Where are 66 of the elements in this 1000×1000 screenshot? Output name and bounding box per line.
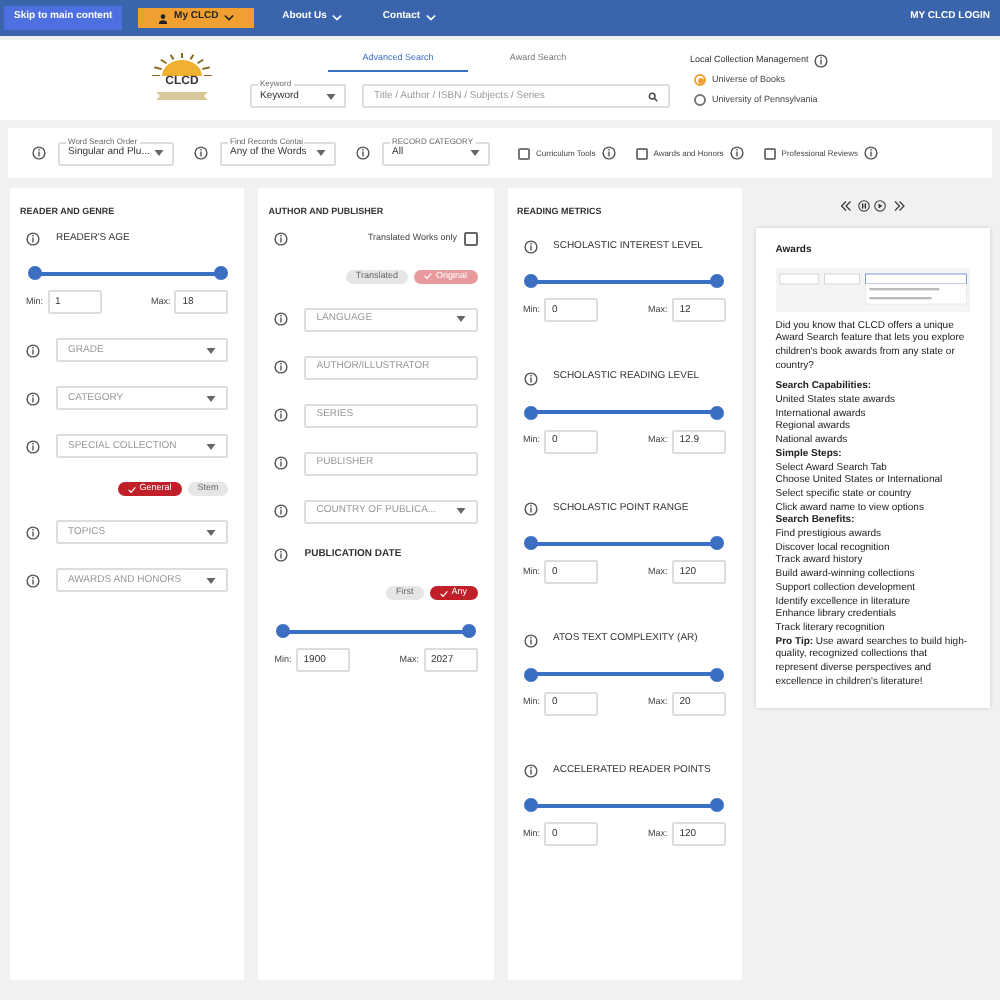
caret-icon bbox=[206, 347, 217, 354]
info-icon[interactable] bbox=[601, 146, 616, 160]
caret-icon bbox=[455, 508, 465, 515]
info-icon[interactable] bbox=[274, 312, 289, 327]
chevron-down-icon bbox=[426, 14, 437, 22]
caret-icon bbox=[455, 316, 465, 323]
slider-thumb[interactable] bbox=[710, 798, 725, 813]
slider-thumb[interactable] bbox=[27, 266, 41, 281]
slider-thumb[interactable] bbox=[710, 274, 725, 289]
slider-thumb[interactable] bbox=[524, 405, 538, 420]
info-icon[interactable] bbox=[523, 240, 537, 254]
caret-icon bbox=[470, 150, 480, 156]
slider-thumb[interactable] bbox=[524, 667, 538, 682]
info-icon[interactable] bbox=[26, 525, 40, 540]
caret-icon bbox=[206, 529, 217, 536]
info-icon[interactable] bbox=[356, 146, 370, 160]
caret-icon bbox=[206, 577, 217, 584]
chevron-down-icon bbox=[332, 14, 343, 22]
person-icon bbox=[158, 13, 169, 23]
info-icon[interactable] bbox=[274, 504, 289, 519]
next-icon[interactable] bbox=[890, 200, 907, 212]
info-icon[interactable] bbox=[26, 391, 40, 406]
info-icon[interactable] bbox=[274, 456, 289, 471]
slider-thumb[interactable] bbox=[213, 266, 228, 281]
caret-icon bbox=[206, 395, 217, 402]
checkbox[interactable] bbox=[635, 147, 648, 159]
checkbox[interactable] bbox=[463, 231, 477, 246]
previous-icon[interactable] bbox=[838, 200, 855, 212]
search-icon[interactable] bbox=[648, 91, 658, 102]
info-icon[interactable] bbox=[26, 232, 40, 246]
caret-icon bbox=[206, 443, 217, 450]
caret-icon bbox=[316, 150, 326, 156]
info-icon[interactable] bbox=[523, 371, 537, 385]
check-icon bbox=[423, 272, 432, 281]
info-icon[interactable] bbox=[194, 146, 208, 160]
checkbox[interactable] bbox=[518, 147, 530, 159]
info-icon[interactable] bbox=[523, 502, 537, 516]
info-icon[interactable] bbox=[523, 633, 537, 647]
info-icon[interactable] bbox=[26, 573, 40, 588]
slider-thumb[interactable] bbox=[524, 798, 538, 813]
info-icon[interactable] bbox=[864, 146, 879, 160]
info-icon[interactable] bbox=[274, 408, 289, 423]
slider-thumb[interactable] bbox=[524, 536, 538, 551]
slider-thumb[interactable] bbox=[275, 624, 290, 639]
info-icon[interactable] bbox=[26, 343, 40, 358]
info-icon[interactable] bbox=[814, 53, 829, 68]
pause-icon[interactable] bbox=[858, 200, 871, 212]
info-icon[interactable] bbox=[274, 548, 289, 562]
check-icon bbox=[127, 485, 136, 494]
info-icon[interactable] bbox=[274, 360, 289, 375]
caret-icon bbox=[154, 150, 164, 156]
checkbox[interactable] bbox=[763, 147, 776, 159]
play-icon[interactable] bbox=[874, 200, 887, 212]
info-icon[interactable] bbox=[729, 146, 744, 160]
slider-thumb[interactable] bbox=[524, 274, 538, 289]
slider-thumb[interactable] bbox=[710, 405, 725, 420]
caret-icon bbox=[326, 93, 336, 100]
info-icon[interactable] bbox=[26, 439, 40, 454]
info-icon[interactable] bbox=[274, 231, 289, 246]
info-icon[interactable] bbox=[523, 764, 537, 778]
info-icon[interactable] bbox=[32, 146, 46, 160]
slider-thumb[interactable] bbox=[710, 536, 725, 551]
chevron-down-icon bbox=[224, 14, 235, 22]
check-icon bbox=[439, 589, 448, 598]
slider-thumb[interactable] bbox=[710, 667, 725, 682]
slider-thumb[interactable] bbox=[462, 624, 476, 639]
